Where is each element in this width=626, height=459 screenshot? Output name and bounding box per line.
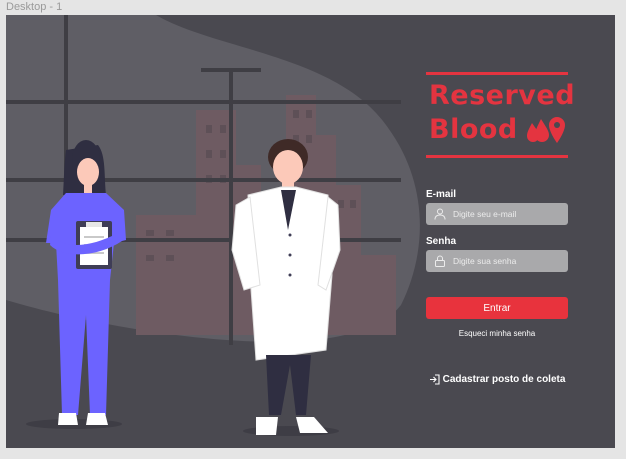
- register-label: Cadastrar posto de coleta: [442, 374, 566, 385]
- forgot-password-link[interactable]: Esqueci minha senha: [426, 329, 568, 338]
- login-arrow-icon: [429, 374, 440, 385]
- login-screen: Reserved Blood E-mail Digite seu e-mail …: [6, 15, 615, 448]
- password-label: Senha: [426, 236, 457, 247]
- password-placeholder: Digite sua senha: [453, 256, 517, 266]
- logo-text-line2: Blood: [429, 114, 518, 145]
- register-collection-point-link[interactable]: Cadastrar posto de coleta: [426, 374, 568, 385]
- logo-icons: [527, 117, 565, 143]
- map-pin-icon: [549, 117, 565, 143]
- email-label: E-mail: [426, 189, 457, 200]
- drop-icon: [527, 119, 549, 142]
- lock-icon: [435, 255, 445, 267]
- email-placeholder: Digite seu e-mail: [453, 209, 517, 219]
- password-field[interactable]: Digite sua senha: [426, 250, 568, 272]
- login-button[interactable]: Entrar: [426, 297, 568, 319]
- logo: Reserved Blood: [426, 72, 575, 158]
- frame-label: Desktop - 1: [6, 1, 63, 13]
- logo-text-line1: Reserved: [429, 80, 576, 111]
- user-icon: [434, 208, 446, 220]
- email-field[interactable]: Digite seu e-mail: [426, 203, 568, 225]
